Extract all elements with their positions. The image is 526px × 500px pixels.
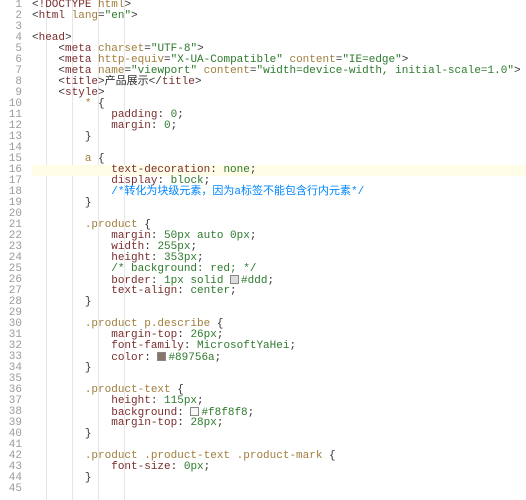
code-line[interactable]: } [32, 429, 526, 440]
code-line[interactable]: } [32, 297, 526, 308]
code-line[interactable]: /*转化为块级元素，因为a标签不能包含行内元素*/ [32, 187, 526, 198]
code-line[interactable]: font-size: 0px; [32, 462, 526, 473]
code-line[interactable] [32, 143, 526, 154]
code-line[interactable] [32, 484, 526, 495]
code-line[interactable]: height: 115px; [32, 396, 526, 407]
color-swatch-icon [230, 275, 239, 284]
code-line[interactable]: margin-top: 28px; [32, 418, 526, 429]
code-line[interactable]: <title>产品展示</title> [32, 77, 526, 88]
code-line[interactable]: } [32, 198, 526, 209]
code-line[interactable]: <style> [32, 88, 526, 99]
code-line[interactable]: /* background: red; */ [32, 264, 526, 275]
code-line[interactable]: margin: 0; [32, 121, 526, 132]
code-line[interactable]: color: #89756a; [32, 352, 526, 363]
code-editor[interactable]: 1234567891011121314151617181920212223242… [0, 0, 526, 500]
code-line[interactable] [32, 22, 526, 33]
code-line[interactable]: font-family: MicrosoftYaHei; [32, 341, 526, 352]
color-swatch-icon [157, 352, 166, 361]
code-area[interactable]: <!DOCTYPE html><html lang="en"><head> <m… [28, 0, 526, 500]
code-line[interactable]: } [32, 473, 526, 484]
line-number: 45 [0, 484, 22, 495]
line-number-gutter: 1234567891011121314151617181920212223242… [0, 0, 28, 500]
code-line[interactable]: <html lang="en"> [32, 11, 526, 22]
code-line[interactable]: } [32, 363, 526, 374]
color-swatch-icon [190, 407, 199, 416]
code-line[interactable]: text-align: center; [32, 286, 526, 297]
code-line[interactable]: } [32, 132, 526, 143]
